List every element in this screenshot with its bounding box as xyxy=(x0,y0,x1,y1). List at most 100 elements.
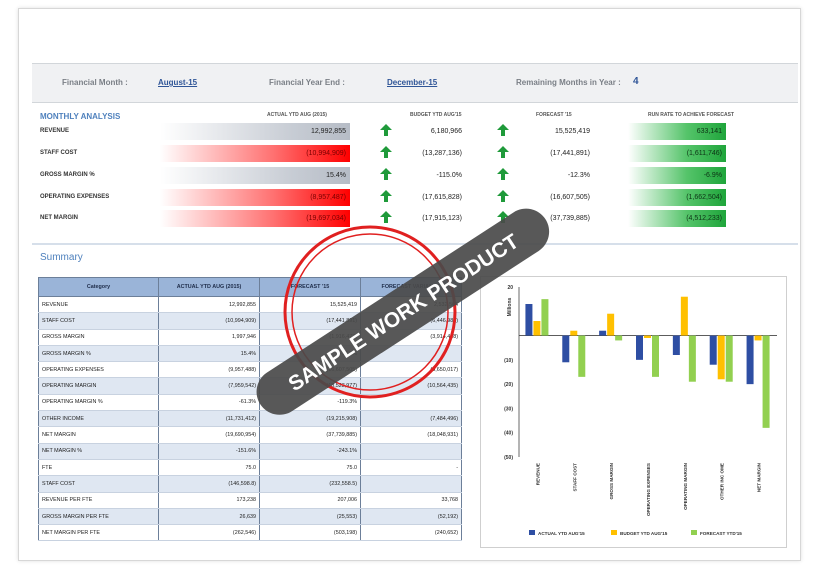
row-category: OTHER INCOME xyxy=(38,410,159,428)
row-category: OPERATING MARGIN xyxy=(38,377,159,395)
col-runrate-header: RUN RATE TO ACHIEVE FORECAST xyxy=(648,112,735,118)
row-label-revenue: REVENUE xyxy=(40,128,70,134)
chart-bar xyxy=(717,335,725,380)
chart-bar xyxy=(688,335,696,382)
chart-bar xyxy=(680,296,688,336)
category-label: STAFF COST xyxy=(572,463,577,492)
row-category: OPERATING MARGIN % xyxy=(38,394,159,412)
row-value: (1,916,472) xyxy=(259,329,361,346)
budget-gross-margin-pct: -115.0% xyxy=(436,172,462,179)
legend-label: ACTUAL YTD AUG'15 xyxy=(538,531,585,536)
row-value: 173,238 xyxy=(158,492,260,509)
table-row: NET MARGIN (19,690,954) (37,739,885) (18,04… xyxy=(38,426,462,444)
row-value: (10,564,435) xyxy=(360,377,462,395)
table-row: FTE 75.0 75.0- xyxy=(38,459,462,477)
summary-title: Summary xyxy=(40,252,83,263)
row-value: (11,731,412) xyxy=(158,410,260,428)
table-row: OPERATING EXPENSES (9,957,488) (16,607,505… xyxy=(38,361,462,379)
row-category: GROSS MARGIN % xyxy=(38,345,159,363)
row-value: -119.3% xyxy=(259,394,361,412)
chart-bar xyxy=(578,335,586,377)
row-value: (52,192) xyxy=(360,508,462,526)
table-row: GROSS MARGIN 1,997,946 (1,916,472) (3,914,4… xyxy=(38,329,462,346)
actual-net-margin: (19,697,034) xyxy=(160,210,350,227)
table-row: STAFF COST (146,598.8) (232,558.5) xyxy=(38,475,462,493)
col-forecast-header: FORECAST '15 xyxy=(536,112,572,118)
chart-bar xyxy=(709,335,717,365)
row-value: -61.3% xyxy=(158,394,260,412)
runrate-gross-margin-pct: -6.9% xyxy=(628,167,726,184)
budget-revenue: 6,180,966 xyxy=(430,128,462,135)
chart-bar xyxy=(525,304,533,336)
row-value: 207,006 xyxy=(259,492,361,509)
legend-swatch xyxy=(691,530,697,535)
row-value: (17,441,891) xyxy=(259,312,361,330)
runrate-revenue: 633,141 xyxy=(628,123,726,140)
remaining-months-value: 4 xyxy=(633,76,639,87)
fy-end-label: Financial Year End : xyxy=(269,78,345,87)
chart-bar xyxy=(762,335,770,428)
table-row: OPERATING MARGIN % -61.3% -119.3% xyxy=(38,394,462,412)
forecast-net-margin: (37,739,885) xyxy=(550,215,590,222)
forecast-revenue: 15,525,419 xyxy=(554,128,590,135)
th-variance: FORECAST VARIANCE xyxy=(360,277,462,297)
row-value: 33,768 xyxy=(360,492,462,509)
row-category: GROSS MARGIN PER FTE xyxy=(38,508,159,526)
row-value: (19,690,954) xyxy=(158,426,260,444)
row-value: (10,994,909) xyxy=(158,312,260,330)
category-label: REVENUE xyxy=(535,463,540,485)
y-tick-label: 20 xyxy=(507,285,513,291)
row-category: STAFF COST xyxy=(38,475,159,493)
forecast-operating-expenses: (16,607,505) xyxy=(550,194,590,201)
row-value: (232,558.5) xyxy=(259,475,361,493)
y-tick-label: (50) xyxy=(504,455,513,461)
row-label-net-margin: NET MARGIN xyxy=(40,215,78,221)
forecast-gross-margin-pct: -12.3% xyxy=(567,172,590,179)
row-category: NET MARGIN PER FTE xyxy=(38,524,159,542)
chart-bar xyxy=(615,335,623,341)
row-value: 12,992,855 xyxy=(158,296,260,314)
financial-month-label: Financial Month : xyxy=(62,78,128,87)
col-budget-header: BUDGET YTD AUG'15 xyxy=(410,112,462,118)
chart-bar xyxy=(652,335,659,377)
summary-table: Category ACTUAL YTD AUG (2015) FORECAST … xyxy=(38,277,462,542)
col-actual-header: ACTUAL YTD AUG (2015) xyxy=(267,112,327,118)
table-row: NET MARGIN % -151.6% -243.1% xyxy=(38,443,462,460)
remaining-months-label: Remaining Months in Year : xyxy=(516,78,621,87)
table-row: GROSS MARGIN % 15.4% -12.3% xyxy=(38,345,462,363)
row-value: - xyxy=(360,459,462,477)
chart-bar xyxy=(562,335,570,363)
financial-month-link[interactable]: August-15 xyxy=(158,78,197,87)
bar-chart: 20 (10) (20) (30) (40) (50) Millions REVENUE STA… xyxy=(504,285,777,536)
row-value: (18,523,977) xyxy=(259,377,361,395)
chart-bar xyxy=(607,313,615,336)
chart-bar xyxy=(644,335,651,338)
row-label-gross-margin-pct: GROSS MARGIN % xyxy=(40,172,95,178)
row-value: (19,215,908) xyxy=(259,410,361,428)
actual-gross-margin-pct: 15.4% xyxy=(160,167,350,184)
row-value: (7,959,542) xyxy=(158,377,260,395)
row-category: OPERATING EXPENSES xyxy=(38,361,159,379)
legend-swatch xyxy=(529,530,535,535)
row-category: NET MARGIN xyxy=(38,426,159,444)
budget-staff-cost: (13,287,136) xyxy=(422,150,462,157)
row-category: NET MARGIN % xyxy=(38,443,159,460)
chart-bar xyxy=(636,335,643,360)
forecast-staff-cost: (17,441,891) xyxy=(550,150,590,157)
row-category: FTE xyxy=(38,459,159,477)
actual-staff-cost: (10,994,909) xyxy=(160,145,350,162)
legend-swatch xyxy=(611,530,617,535)
y-tick-label: (40) xyxy=(504,431,513,437)
fy-end-link[interactable]: December-15 xyxy=(387,78,437,87)
th-forecast: FORECAST '15 xyxy=(259,277,361,297)
row-value xyxy=(360,475,462,493)
row-value: 2,532,564 xyxy=(360,296,462,314)
row-value: (146,598.8) xyxy=(158,475,260,493)
chart-bar xyxy=(533,321,541,336)
table-row: OTHER INCOME (11,731,412) (19,215,908) (7,4… xyxy=(38,410,462,428)
row-value: (18,048,931) xyxy=(360,426,462,444)
row-value xyxy=(360,443,462,460)
row-value: 15,525,419 xyxy=(259,296,361,314)
actual-operating-expenses: (8,957,487) xyxy=(160,189,350,206)
row-value: 26,639 xyxy=(158,508,260,526)
